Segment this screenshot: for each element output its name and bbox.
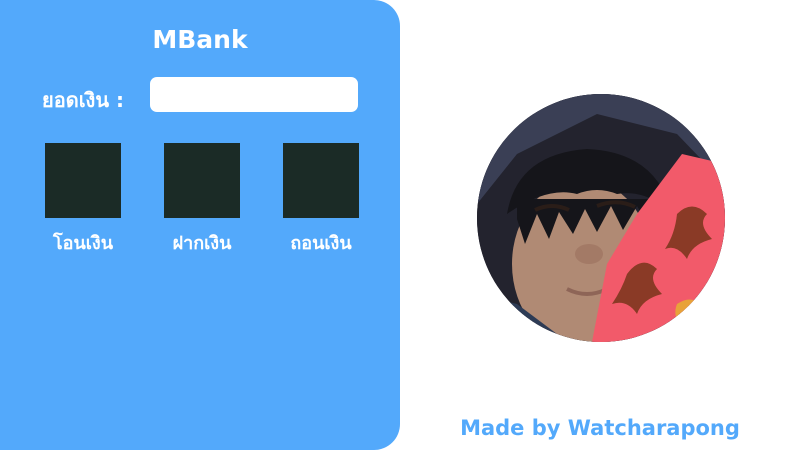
- profile-photo: [477, 94, 725, 342]
- balance-label: ยอดเงิน :: [42, 88, 124, 112]
- credit-text: Made by Watcharapong: [460, 416, 740, 440]
- deposit-label: ฝากเงิน: [172, 233, 232, 254]
- transfer-label: โอนเงิน: [52, 233, 114, 254]
- withdraw-button[interactable]: [283, 143, 359, 218]
- deposit-button[interactable]: [164, 143, 240, 218]
- transfer-button[interactable]: [45, 143, 121, 218]
- app-title: MBank: [152, 25, 248, 54]
- withdraw-label: ถอนเงิน: [290, 233, 352, 254]
- bank-panel: MBank ยอดเงิน : โอนเงิน ฝากเงิน ถอนเงิน: [0, 0, 400, 450]
- profile-photo-illustration: [477, 94, 725, 342]
- balance-input[interactable]: [150, 77, 358, 112]
